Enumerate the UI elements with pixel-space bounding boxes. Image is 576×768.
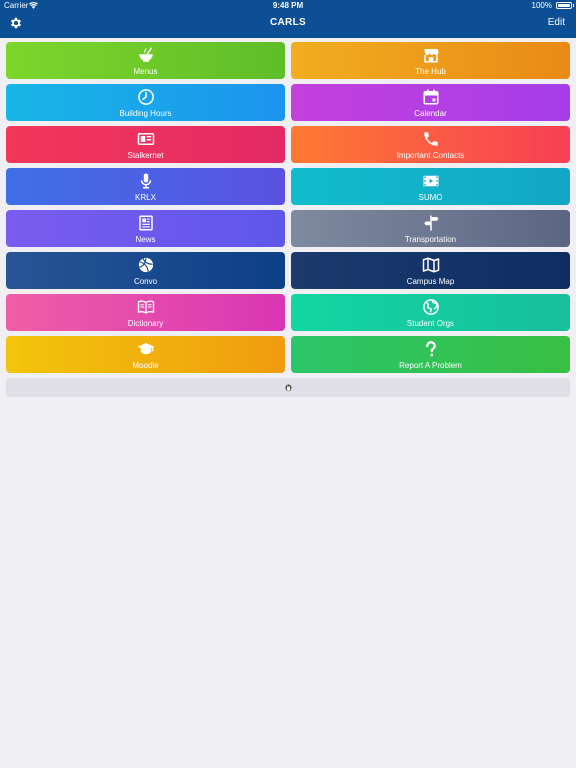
tile-news[interactable]: News [6, 210, 285, 247]
tile-krlx[interactable]: KRLX [6, 168, 285, 205]
id-card-icon [137, 133, 154, 145]
tile-label: Important Contacts [396, 151, 465, 160]
map-icon [422, 257, 439, 273]
tile-transportation[interactable]: Transportation [291, 210, 570, 247]
calendar-icon [423, 89, 438, 105]
book-icon [137, 300, 154, 314]
tile-label: Calendar [414, 109, 447, 118]
tile-student-orgs[interactable]: Student Orgs [291, 294, 570, 331]
globe-icon [422, 299, 439, 315]
tile-label: Dictionary [127, 319, 164, 328]
tile-label: Menus [133, 67, 158, 76]
graduation-cap-icon [137, 343, 154, 355]
tile-label: Transportation [404, 235, 457, 244]
footer-bar[interactable] [6, 378, 570, 397]
tile-moodle[interactable]: Moodle [6, 336, 285, 373]
tile-the-hub[interactable]: The Hub [291, 42, 570, 79]
tile-label: SUMO [418, 193, 443, 202]
tile-label: Report A Problem [399, 361, 462, 370]
basketball-icon [138, 257, 153, 273]
tile-stalkernet[interactable]: Stalkernet [6, 126, 285, 163]
navigation-bar: Carrier 9:48 PM 100% CARLS Edit [0, 0, 576, 38]
tile-calendar[interactable]: Calendar [291, 84, 570, 121]
microphone-icon [140, 173, 151, 189]
battery-icon [556, 2, 572, 9]
battery-percent: 100% [531, 1, 552, 10]
storefront-icon [423, 49, 438, 63]
status-bar: Carrier 9:48 PM 100% [0, 0, 576, 12]
tile-label: Moodle [132, 361, 159, 370]
tile-building-hours[interactable]: Building Hours [6, 84, 285, 121]
edit-button[interactable]: Edit [548, 17, 565, 28]
tile-campus-map[interactable]: Campus Map [291, 252, 570, 289]
tile-label: Building Hours [119, 109, 172, 118]
bowl-icon [138, 47, 153, 62]
tile-label: Stalkernet [127, 151, 164, 160]
tile-menus[interactable]: Menus [6, 42, 285, 79]
phone-icon [423, 132, 438, 146]
tile-dictionary[interactable]: Dictionary [6, 294, 285, 331]
tile-label: Student Orgs [406, 319, 455, 328]
signpost-icon [423, 215, 438, 231]
status-time: 9:48 PM [272, 1, 304, 10]
tile-convo[interactable]: Convo [6, 252, 285, 289]
tile-report-a-problem[interactable]: Report A Problem [291, 336, 570, 373]
page-title: CARLS [270, 17, 306, 28]
tile-label: Campus Map [406, 277, 455, 286]
tile-label: News [135, 235, 156, 244]
film-icon [423, 175, 438, 187]
newspaper-icon [138, 215, 153, 231]
tile-important-contacts[interactable]: Important Contacts [291, 126, 570, 163]
question-icon [425, 341, 436, 357]
tile-label: KRLX [135, 193, 156, 202]
tile-label: The Hub [415, 67, 446, 76]
penguin-icon [285, 384, 292, 392]
battery-tip [572, 4, 574, 7]
clock-icon [137, 89, 154, 105]
tile-sumo[interactable]: SUMO [291, 168, 570, 205]
tile-label: Convo [133, 277, 158, 286]
